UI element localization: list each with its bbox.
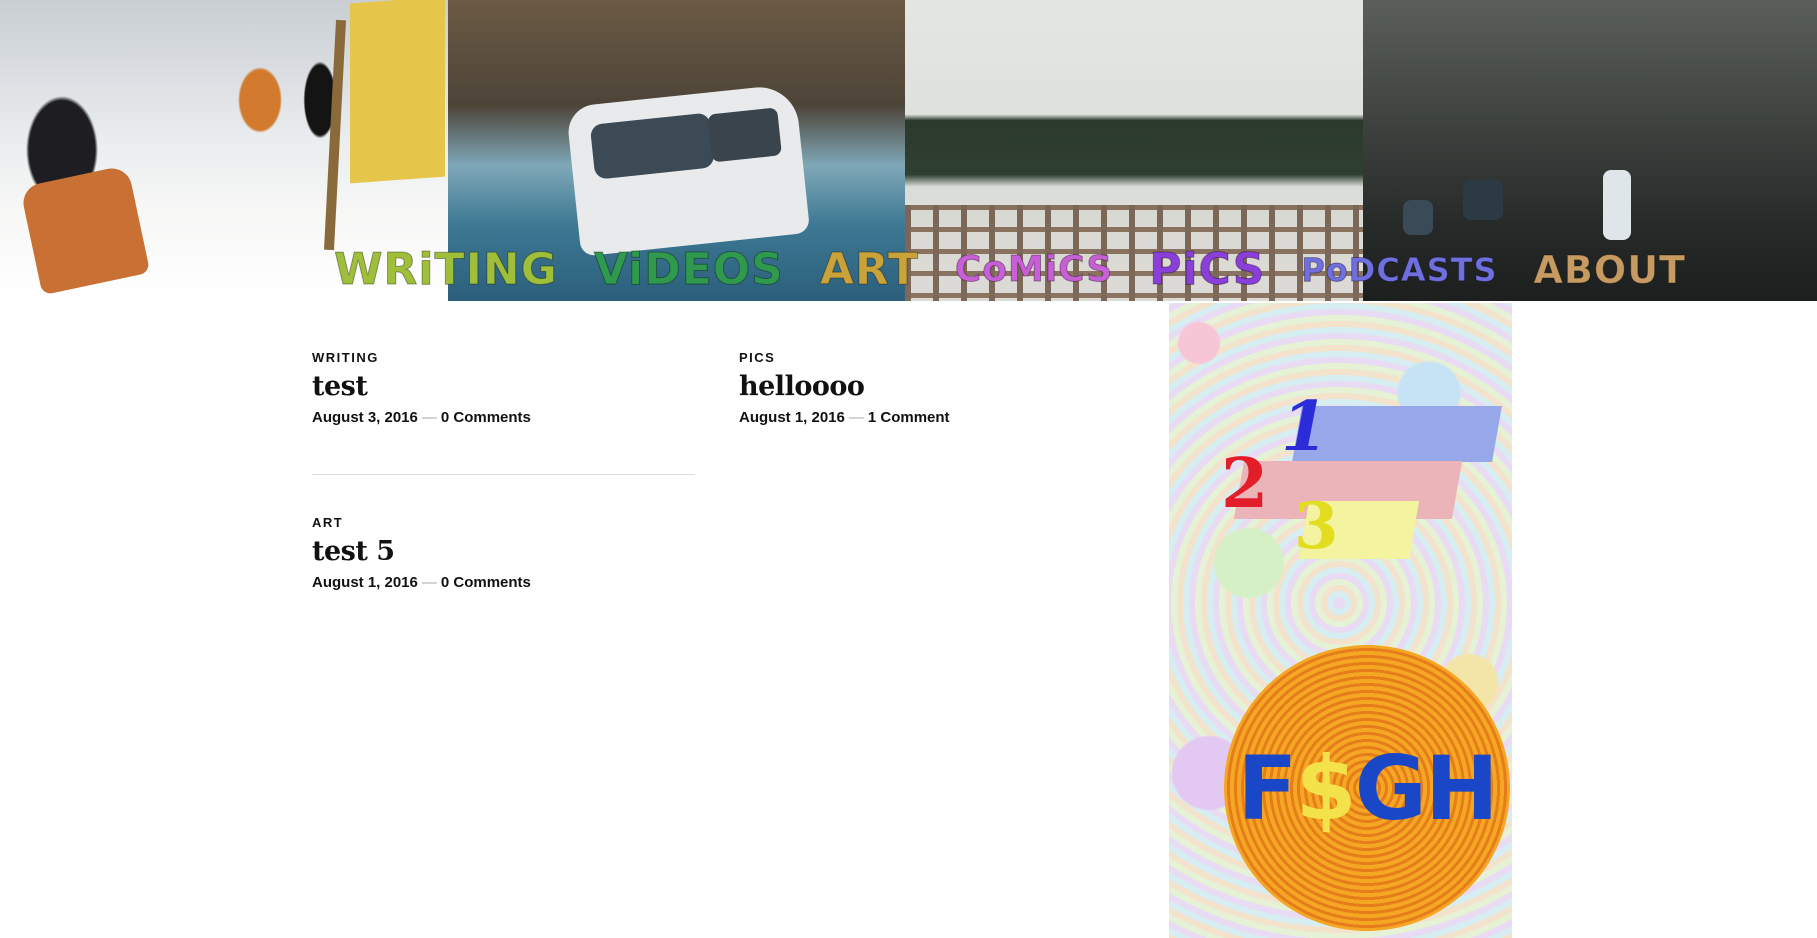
orange-legs [19, 164, 151, 296]
sidebar-artwork[interactable]: 1 2 3 F$GH [1169, 303, 1512, 938]
white-suv [565, 83, 811, 257]
nav-writing[interactable]: WRiTING [316, 240, 576, 300]
number-three: 3 [1294, 489, 1339, 564]
logo-dollar: $ [1295, 737, 1357, 840]
figure [1603, 170, 1631, 240]
post-title-link[interactable]: test [312, 371, 695, 402]
post-category-link[interactable]: PICS [739, 350, 1122, 365]
post-comments-link[interactable]: 0 Comments [441, 574, 531, 591]
fsgh-coin-logo: F$GH [1224, 645, 1510, 931]
post-meta: August 3, 2016—0 Comments [312, 409, 695, 426]
logo-letter-f: F [1237, 737, 1297, 840]
nav-pics[interactable]: PiCS [1131, 240, 1283, 300]
post-card: PICS helloooo August 1, 2016—1 Comment [739, 350, 1122, 426]
post-divider [312, 474, 695, 475]
number-one: 1 [1281, 387, 1329, 467]
post-date-link[interactable]: August 3, 2016 [312, 409, 418, 426]
logo-letters-gh: GH [1354, 737, 1499, 840]
post-title-link[interactable]: test 5 [312, 536, 695, 567]
pole [323, 19, 347, 251]
nav-comics[interactable]: CoMiCS [937, 240, 1131, 300]
nav-videos[interactable]: ViDEOS [576, 240, 802, 300]
post-card: ART test 5 August 1, 2016—0 Comments [312, 515, 695, 591]
nav-about[interactable]: ABOUT [1516, 240, 1704, 300]
post-card: WRITING test August 3, 2016—0 Comments [312, 350, 695, 475]
post-comments-link[interactable]: 0 Comments [441, 409, 531, 426]
main-nav: WRiTING ViDEOS ART CoMiCS PiCS PoDCASTS … [316, 240, 1704, 300]
post-meta: August 1, 2016—0 Comments [312, 574, 695, 591]
meta-separator: — [421, 409, 437, 426]
post-date-link[interactable]: August 1, 2016 [312, 574, 418, 591]
figure [1463, 180, 1503, 220]
post-category-link[interactable]: WRITING [312, 350, 695, 365]
post-meta: August 1, 2016—1 Comment [739, 409, 1122, 426]
figure [1403, 200, 1433, 235]
post-comments-link[interactable]: 1 Comment [868, 409, 950, 426]
number-two: 2 [1221, 444, 1269, 524]
nav-podcasts[interactable]: PoDCASTS [1283, 240, 1515, 300]
meta-separator: — [848, 409, 864, 426]
header-banner: WRiTING ViDEOS ART CoMiCS PiCS PoDCASTS … [0, 0, 1817, 301]
logo-text: F$GH [1224, 741, 1510, 837]
post-category-link[interactable]: ART [312, 515, 695, 530]
meta-separator: — [421, 574, 437, 591]
yellow-sign [350, 0, 445, 184]
nav-art[interactable]: ART [802, 240, 937, 300]
post-date-link[interactable]: August 1, 2016 [739, 409, 845, 426]
post-title-link[interactable]: helloooo [739, 371, 1122, 402]
